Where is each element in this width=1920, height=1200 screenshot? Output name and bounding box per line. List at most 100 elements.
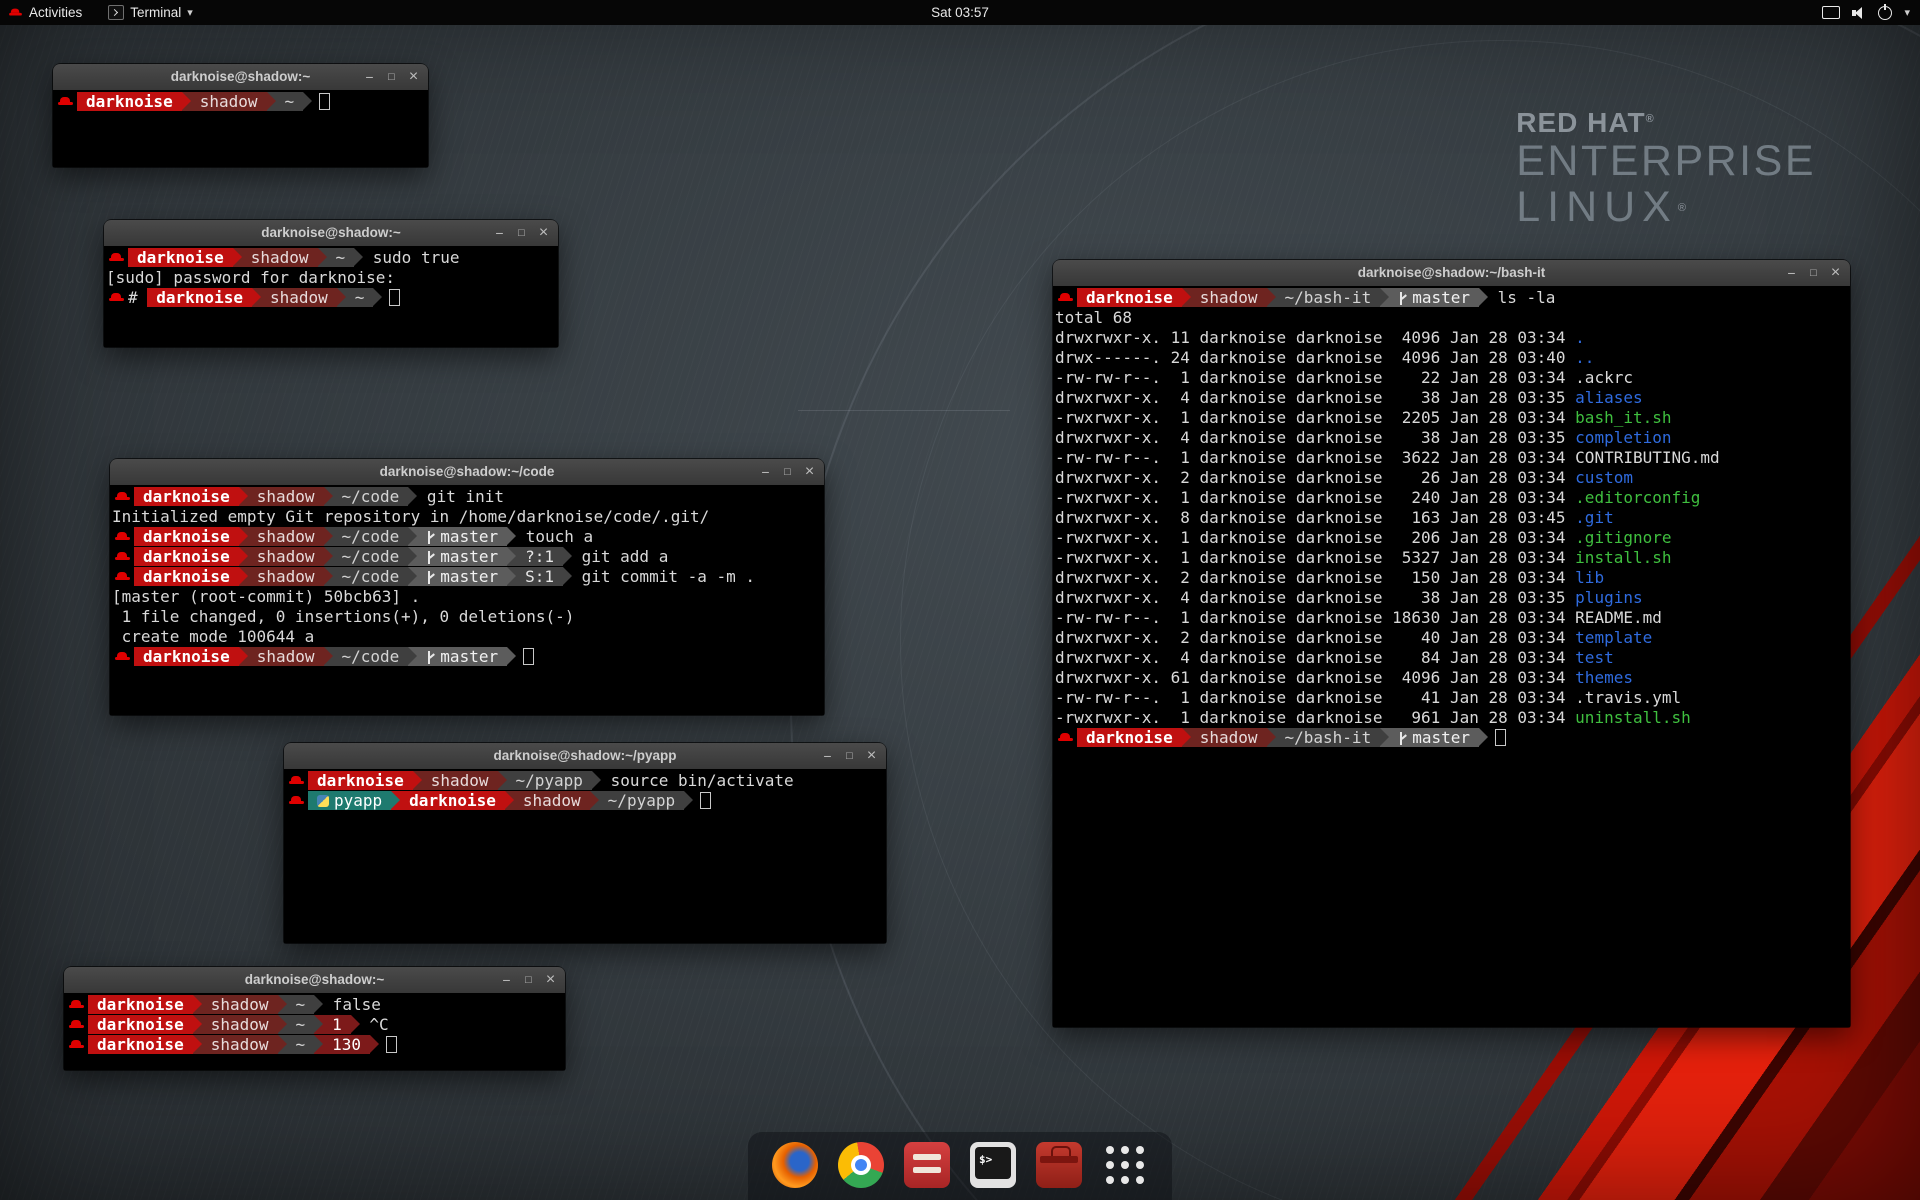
redhat-prompt-icon	[69, 1035, 84, 1054]
window-titlebar[interactable]: darknoise@shadow:~−□×	[104, 220, 558, 247]
terminal-text: touch a	[516, 527, 593, 546]
terminal-cursor	[523, 648, 534, 665]
close-button[interactable]: ×	[800, 463, 819, 481]
powerline-separator-icon	[318, 248, 327, 267]
redhat-prompt-icon	[58, 92, 73, 111]
redhat-enterprise-linux-logo: RED HAT® ENTERPRISE LINUX®	[1516, 104, 1816, 231]
powerline-separator-icon	[239, 547, 248, 566]
prompt-segment-user: darknoise	[77, 92, 182, 111]
terminal-screen[interactable]: darknoiseshadow~ sudo true[sudo] passwor…	[104, 246, 558, 347]
terminal-text: drwxrwxr-x. 2 darknoise darknoise 150 Ja…	[1055, 568, 1575, 587]
maximize-button[interactable]: □	[382, 71, 401, 83]
powerline-separator-icon	[590, 791, 599, 810]
system-status-area[interactable]: ▾	[1822, 0, 1910, 25]
maximize-button[interactable]: □	[840, 750, 859, 762]
prompt-segment-host: shadow	[202, 1035, 278, 1054]
clock[interactable]: Sat 03:57	[931, 0, 989, 25]
logo-line-3: LINUX®	[1516, 184, 1816, 231]
window-titlebar[interactable]: darknoise@shadow:~/code−□×	[110, 459, 824, 486]
maximize-button[interactable]: □	[512, 227, 531, 239]
logo-line-2: ENTERPRISE	[1516, 138, 1816, 184]
toolbox-icon[interactable]	[1036, 1142, 1082, 1188]
terminal-text: ^C	[360, 1015, 389, 1034]
terminal-text: .	[1575, 328, 1585, 347]
window-titlebar[interactable]: darknoise@shadow:~−□×	[64, 967, 565, 994]
chevron-down-icon: ▾	[1904, 6, 1910, 19]
minimize-button[interactable]: −	[497, 972, 516, 988]
powerline-separator-icon	[193, 995, 202, 1014]
prompt-segment-git: master	[417, 647, 507, 666]
prompt-segment-git: master	[417, 567, 507, 586]
terminal-text: README.md	[1575, 608, 1662, 627]
terminal-screen[interactable]: darknoiseshadow~ falsedarknoiseshadow~1 …	[64, 993, 565, 1070]
terminal-text: -rw-rw-r--. 1 darknoise darknoise 18630 …	[1055, 608, 1575, 627]
firefox-icon[interactable]	[772, 1142, 818, 1188]
close-button[interactable]: ×	[404, 68, 423, 86]
terminal-text: .git	[1575, 508, 1614, 527]
terminal-screen[interactable]: darknoiseshadow~	[53, 90, 428, 167]
powerline-separator-icon	[373, 288, 382, 307]
powerline-separator-icon	[351, 1015, 360, 1034]
terminal-text: install.sh	[1575, 548, 1671, 567]
terminal-line: darknoiseshadow~	[55, 92, 428, 112]
minimize-button[interactable]: −	[360, 69, 379, 85]
minimize-button[interactable]: −	[756, 464, 775, 480]
window-controls: −□×	[756, 459, 819, 485]
prompt-segment-host: shadow	[248, 547, 324, 566]
python-icon	[317, 795, 329, 807]
prompt-segment-host: shadow	[191, 92, 267, 111]
terminal-window: darknoise@shadow:~−□×darknoiseshadow~	[53, 64, 428, 167]
powerline-separator-icon	[408, 567, 417, 586]
terminal-screen[interactable]: darknoiseshadow~/bash-itmaster ls -latot…	[1053, 286, 1850, 1027]
branch-icon	[426, 551, 435, 564]
prompt-segment-host: shadow	[422, 771, 498, 790]
files-icon[interactable]	[904, 1142, 950, 1188]
terminal-line: darknoiseshadow~/code git init	[112, 487, 824, 507]
terminal-text: -rw-rw-r--. 1 darknoise darknoise 22 Jan…	[1055, 368, 1575, 387]
window-titlebar[interactable]: darknoise@shadow:~/pyapp−□×	[284, 743, 886, 770]
close-button[interactable]: ×	[541, 971, 560, 989]
terminal-text: ..	[1575, 348, 1594, 367]
terminal-window: darknoise@shadow:~−□×darknoiseshadow~ su…	[104, 220, 558, 347]
powerline-separator-icon	[324, 547, 333, 566]
prompt-segment-git: master	[417, 547, 507, 566]
maximize-button[interactable]: □	[519, 974, 538, 986]
minimize-button[interactable]: −	[1782, 265, 1801, 281]
powerline-separator-icon	[370, 1035, 379, 1054]
chrome-icon[interactable]	[838, 1142, 884, 1188]
terminal-screen[interactable]: darknoiseshadow~/pyapp source bin/activa…	[284, 769, 886, 943]
minimize-button[interactable]: −	[818, 748, 837, 764]
terminal-line: darknoiseshadow~ sudo true	[106, 248, 558, 268]
maximize-button[interactable]: □	[778, 466, 797, 478]
terminal-line: darknoiseshadow~/codemaster touch a	[112, 527, 824, 547]
window-controls: −□×	[497, 967, 560, 993]
prompt-segment-host: shadow	[1191, 728, 1267, 747]
maximize-button[interactable]: □	[1804, 267, 1823, 279]
prompt-segment-user: darknoise	[134, 547, 239, 566]
terminal-icon[interactable]: $>	[970, 1142, 1016, 1188]
redhat-prompt-icon	[115, 567, 130, 586]
close-button[interactable]: ×	[862, 747, 881, 765]
close-button[interactable]: ×	[534, 224, 553, 242]
close-button[interactable]: ×	[1826, 264, 1845, 282]
redhat-prompt-icon	[1058, 728, 1073, 747]
terminal-line: -rwxrwxr-x. 1 darknoise darknoise 240 Ja…	[1055, 488, 1850, 508]
prompt-segment-path: ~	[327, 248, 355, 267]
app-menu-terminal[interactable]: Terminal ▾	[108, 0, 193, 25]
minimize-button[interactable]: −	[490, 225, 509, 241]
powerline-separator-icon	[498, 771, 507, 790]
terminal-text: sudo true	[363, 248, 459, 267]
prompt-segment-user: darknoise	[400, 791, 505, 810]
prompt-segment-path: ~	[287, 995, 315, 1014]
activities-button[interactable]: Activities	[8, 0, 82, 25]
window-titlebar[interactable]: darknoise@shadow:~−□×	[53, 64, 428, 91]
prompt-segment-user: darknoise	[134, 647, 239, 666]
logo-line-1: RED HAT®	[1516, 104, 1816, 138]
app-grid-icon[interactable]	[1102, 1142, 1148, 1188]
terminal-cursor	[700, 792, 711, 809]
powerline-separator-icon	[193, 1035, 202, 1054]
prompt-segment-user: darknoise	[128, 248, 233, 267]
window-titlebar[interactable]: darknoise@shadow:~/bash-it−□×	[1053, 260, 1850, 287]
powerline-separator-icon	[324, 487, 333, 506]
terminal-screen[interactable]: darknoiseshadow~/code git initInitialize…	[110, 485, 824, 715]
